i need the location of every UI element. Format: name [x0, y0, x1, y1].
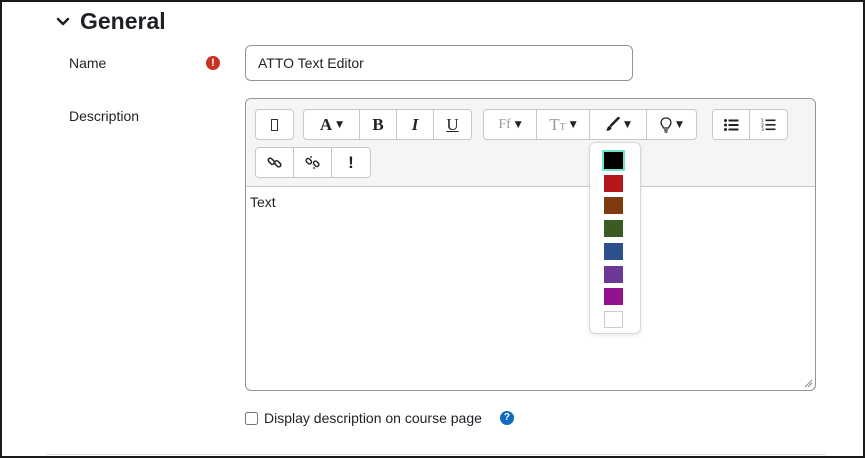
section-title: General: [80, 8, 166, 34]
color-swatch[interactable]: [604, 288, 623, 306]
numbered-list-icon: 1 2 3: [761, 118, 776, 132]
color-swatch[interactable]: [604, 242, 623, 260]
font-color-button[interactable]: ▼: [590, 110, 647, 139]
caret-down-icon: ▼: [514, 119, 522, 130]
ordered-list-button[interactable]: 1 2 3: [750, 110, 787, 139]
question-circle-icon[interactable]: ?: [499, 411, 514, 425]
color-swatch[interactable]: [604, 197, 623, 215]
unlink-icon: [305, 156, 320, 169]
caret-down-icon: ▼: [676, 119, 683, 130]
description-label: Description: [69, 108, 140, 124]
editor-toolbar: A ▼ B I U Ff ▼ T T ▼ ▼ ▼ 1 2 3 !: [246, 99, 815, 187]
section-divider: [46, 454, 826, 455]
font-style-label: A: [319, 114, 333, 134]
name-input[interactable]: [245, 45, 633, 81]
toolbar-group-lists: 1 2 3: [712, 109, 788, 140]
font-family-label: Ff: [498, 116, 511, 132]
chevron-down-icon[interactable]: [56, 15, 70, 29]
font-size-button[interactable]: T T ▼: [537, 110, 590, 139]
font-style-button[interactable]: A ▼: [304, 110, 360, 139]
color-swatch[interactable]: [602, 150, 625, 171]
settings-frame: General Name ! Description A ▼ B I: [0, 0, 865, 458]
link-button[interactable]: [256, 148, 294, 177]
bold-button[interactable]: B: [360, 110, 397, 139]
font-family-button[interactable]: Ff ▼: [484, 110, 537, 139]
unordered-list-button[interactable]: [713, 110, 750, 139]
section-header-general[interactable]: General: [56, 8, 166, 35]
toolbar-collapse-icon: [271, 118, 278, 131]
exclamation-circle-icon: !: [206, 56, 220, 70]
resize-grip-icon[interactable]: [804, 379, 813, 388]
underline-button[interactable]: U: [434, 110, 471, 139]
display-description-row: Display description on course page ?: [245, 410, 514, 426]
font-size-label: T: [549, 114, 560, 134]
caret-down-icon: ▼: [569, 119, 577, 130]
accessibility-checker-button[interactable]: !: [332, 148, 370, 177]
name-label: Name: [69, 55, 107, 71]
toolbar-group-links: !: [255, 147, 371, 178]
display-description-checkbox[interactable]: [245, 411, 258, 425]
bulleted-list-icon: [723, 118, 738, 131]
toolbar-collapse-button[interactable]: [256, 110, 293, 139]
font-color-menu: [589, 142, 641, 334]
toolbar-group-collapse: [255, 109, 294, 140]
unlink-button[interactable]: [294, 148, 332, 177]
editor-content[interactable]: Text: [246, 188, 815, 390]
color-swatch[interactable]: [604, 310, 623, 328]
background-color-button[interactable]: ▼: [647, 110, 696, 139]
italic-button[interactable]: I: [397, 110, 434, 139]
display-description-label[interactable]: Display description on course page: [264, 410, 482, 426]
atto-editor: A ▼ B I U Ff ▼ T T ▼ ▼ ▼ 1 2 3 ! Text: [245, 98, 816, 391]
color-swatch[interactable]: [604, 174, 623, 192]
svg-text:3: 3: [761, 127, 764, 132]
color-swatch[interactable]: [604, 265, 623, 283]
toolbar-group-style: A ▼ B I U: [303, 109, 472, 140]
caret-down-icon: ▼: [624, 119, 631, 130]
link-icon: [267, 157, 282, 168]
toolbar-group-font: Ff ▼ T T ▼ ▼ ▼: [483, 109, 697, 140]
caret-down-icon: ▼: [336, 119, 344, 130]
paintbrush-icon: [606, 117, 620, 131]
font-size-sub: T: [559, 122, 566, 133]
lightbulb-icon: [660, 116, 672, 133]
color-swatch[interactable]: [604, 220, 623, 238]
